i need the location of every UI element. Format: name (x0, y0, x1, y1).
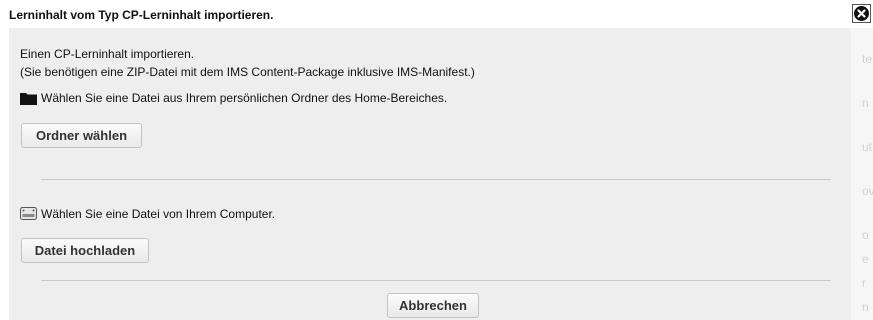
intro-line-1: Einen CP-Lerninhalt importieren. (20, 47, 195, 61)
background-page-edge: te n ut ov o e r n (851, 28, 873, 320)
cancel-button[interactable]: Abbrechen (387, 293, 479, 318)
choose-folder-button[interactable]: Ordner wählen (21, 123, 142, 148)
background-text: r (862, 276, 866, 290)
dialog-content: Einen CP-Lerninhalt importieren. (Sie be… (9, 28, 851, 320)
divider (41, 179, 831, 180)
background-text: o (862, 228, 869, 242)
home-folder-text: Wählen Sie eine Datei aus Ihrem persönli… (41, 91, 448, 105)
upload-file-button[interactable]: Datei hochladen (21, 238, 149, 263)
import-dialog: Lerninhalt vom Typ CP-Lerninhalt importi… (0, 0, 873, 320)
computer-upload-text: Wählen Sie eine Datei von Ihrem Computer… (41, 207, 276, 221)
dialog-title: Lerninhalt vom Typ CP-Lerninhalt importi… (9, 8, 274, 22)
background-text: n (862, 300, 869, 314)
dialog-titlebar: Lerninhalt vom Typ CP-Lerninhalt importi… (0, 0, 873, 28)
intro-line-2: (Sie benötigen eine ZIP-Datei mit dem IM… (20, 65, 475, 79)
background-text: ov (862, 184, 873, 198)
close-button[interactable] (852, 4, 871, 23)
background-text: ut (862, 140, 873, 154)
hard-drive-icon (20, 207, 37, 225)
background-text: e (862, 252, 869, 266)
folder-icon (20, 92, 38, 110)
background-text: n (862, 96, 869, 110)
close-icon (854, 6, 869, 21)
divider (41, 280, 831, 281)
background-text: te (862, 52, 873, 66)
